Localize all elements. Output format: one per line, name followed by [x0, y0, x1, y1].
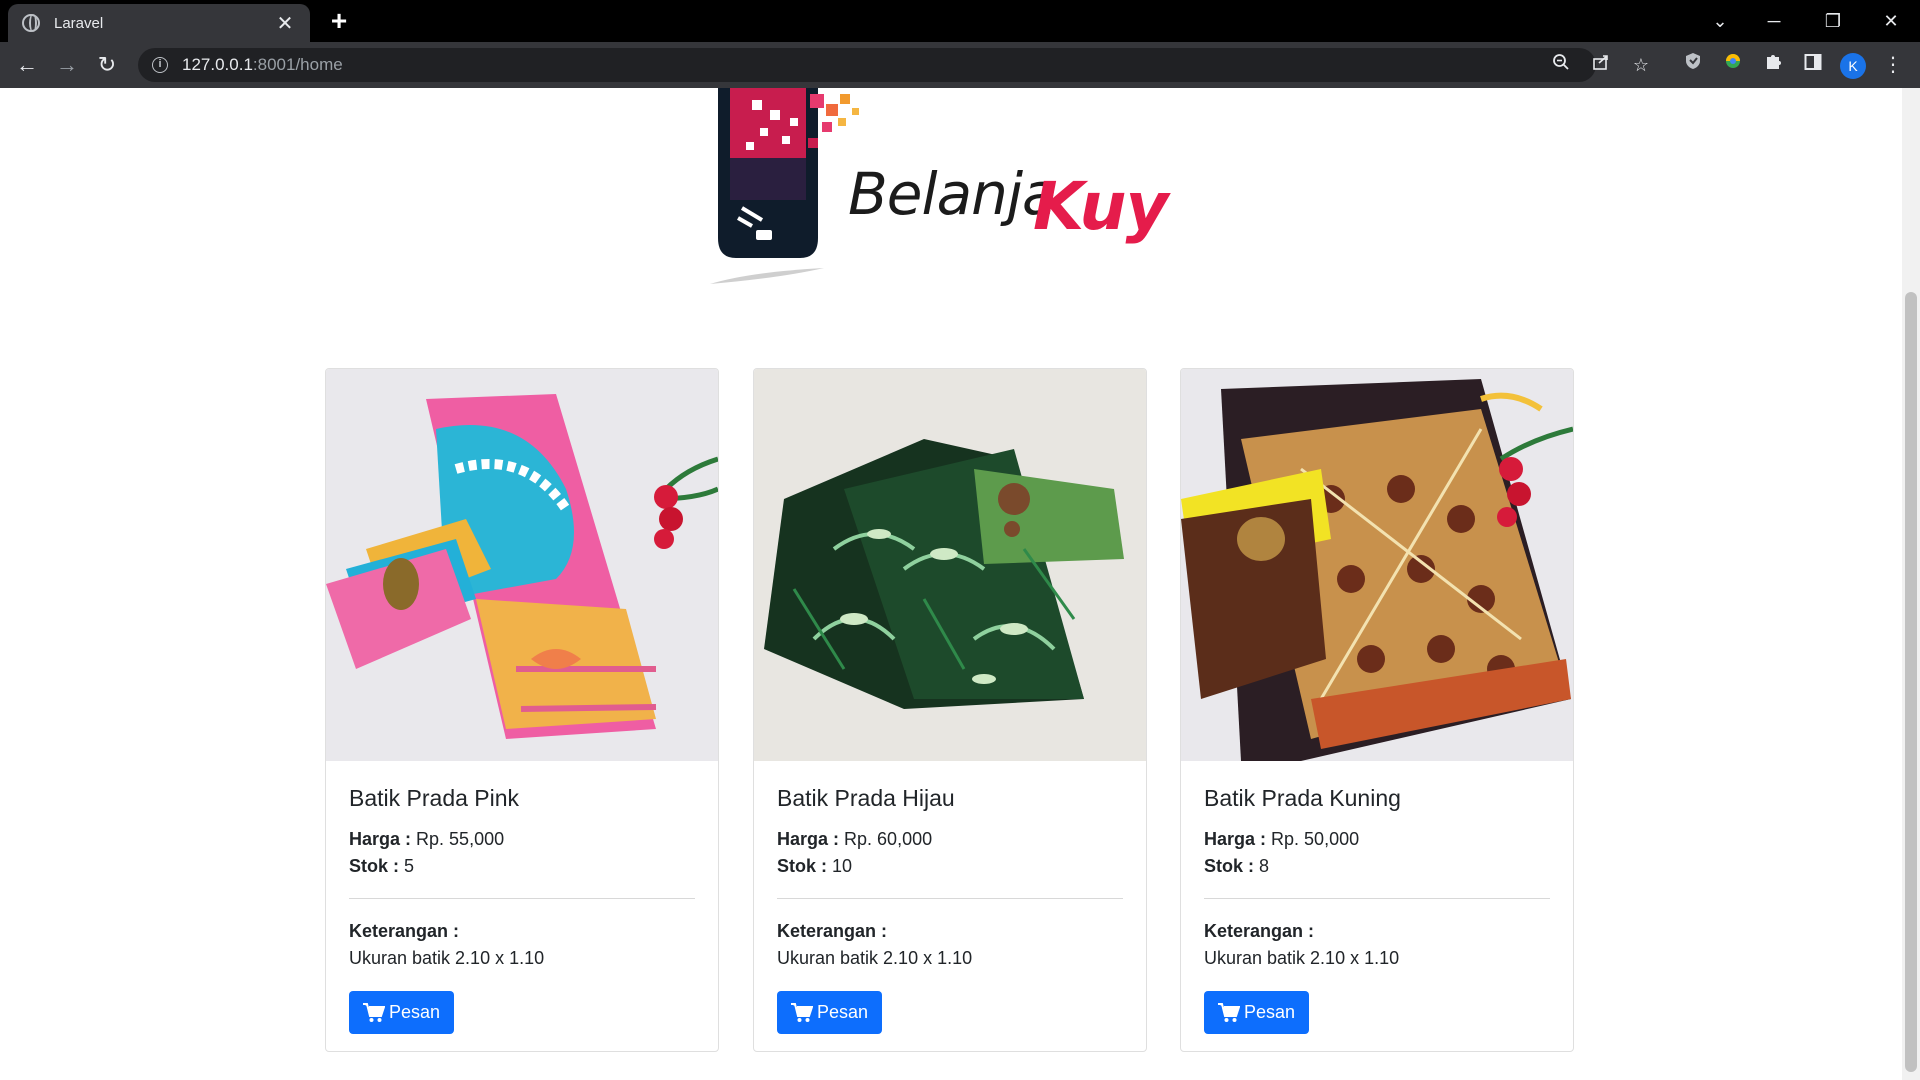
- shield-extension-icon[interactable]: [1678, 50, 1708, 80]
- order-button-label: Pesan: [1244, 1002, 1296, 1022]
- price-label: Harga :: [349, 829, 412, 849]
- page-viewport: Belanja Kuy Batik Prada Pink Harga: Rp.…: [0, 88, 1920, 1080]
- product-description: Ukuran batik 2.10 x 1.10: [1204, 948, 1400, 968]
- site-logo: Belanja Kuy: [690, 88, 1170, 288]
- description-label: Keterangan :: [349, 921, 460, 941]
- page-scrollbar[interactable]: [1902, 88, 1920, 1080]
- stock-label: Stok :: [1204, 856, 1255, 876]
- color-extension-icon[interactable]: [1718, 50, 1748, 80]
- order-button-label: Pesan: [817, 1002, 869, 1022]
- product-image-batik-kuning: [1181, 369, 1573, 761]
- divider: [1204, 898, 1550, 899]
- product-description: Ukuran batik 2.10 x 1.10: [777, 948, 973, 968]
- product-name: Batik Prada Hijau: [777, 785, 955, 811]
- cart-icon: [1218, 1002, 1240, 1022]
- side-panel-icon[interactable]: [1798, 50, 1828, 80]
- divider: [777, 898, 1123, 899]
- product-card: Batik Prada Kuning Harga : Rp. 50,000 St…: [1180, 368, 1574, 1052]
- order-button[interactable]: Pesan: [1204, 991, 1310, 1034]
- close-tab-icon[interactable]: ✕: [274, 11, 296, 36]
- price-label: Harga :: [777, 829, 840, 849]
- browser-tab[interactable]: Laravel ✕: [8, 4, 310, 42]
- description-label: Keterangan :: [777, 921, 888, 941]
- price-label: Harga :: [1204, 829, 1267, 849]
- product-description: Ukuran batik 2.10 x 1.10: [349, 948, 545, 968]
- description-label: Keterangan :: [1204, 921, 1315, 941]
- product-card: Batik Prada Pink Harga : Rp. 55,000 Stok…: [325, 368, 719, 1052]
- product-stock: 5: [404, 856, 415, 876]
- window-close-icon[interactable]: ✕: [1871, 6, 1911, 36]
- back-icon[interactable]: ←: [12, 50, 42, 80]
- puzzle-extensions-icon[interactable]: [1758, 50, 1788, 80]
- new-tab-button[interactable]: +: [322, 6, 356, 36]
- profile-avatar[interactable]: K: [1840, 53, 1866, 79]
- url-path: :8001/home: [252, 55, 343, 74]
- share-icon[interactable]: [1588, 52, 1614, 78]
- product-image-batik-hijau: [754, 369, 1146, 761]
- stock-label: Stok :: [349, 856, 400, 876]
- globe-icon: [22, 14, 40, 32]
- url-host: 127.0.0.1: [182, 55, 253, 74]
- tab-title: Laravel: [54, 14, 104, 32]
- browser-tab-bar: Laravel ✕ + ⌄ ─ ❐ ✕: [0, 0, 1920, 42]
- product-card: Batik Prada Hijau Harga : Rp. 60,000 Sto…: [753, 368, 1147, 1052]
- product-price: Rp. 55,000: [416, 829, 505, 849]
- product-stock: 8: [1259, 856, 1270, 876]
- site-info-icon[interactable]: i: [152, 57, 168, 73]
- minimize-icon[interactable]: ─: [1754, 6, 1794, 36]
- address-bar[interactable]: i 127.0.0.1:8001/home ☆: [138, 48, 1649, 82]
- product-stock: 10: [832, 856, 853, 876]
- divider: [349, 898, 695, 899]
- forward-icon[interactable]: →: [52, 50, 82, 80]
- product-price: Rp. 50,000: [1271, 829, 1360, 849]
- order-button[interactable]: Pesan: [349, 991, 455, 1034]
- reload-icon[interactable]: ↻: [92, 50, 122, 80]
- bookmark-star-icon[interactable]: ☆: [1628, 52, 1654, 78]
- browser-toolbar: ← → ↻ i 127.0.0.1:8001/home ☆ K ⋮: [0, 42, 1920, 88]
- product-image-batik-pink: [326, 369, 718, 761]
- order-button[interactable]: Pesan: [777, 991, 883, 1034]
- logo-word-kuy: Kuy: [1033, 168, 1169, 245]
- cart-icon: [791, 1002, 813, 1022]
- product-name: Batik Prada Pink: [349, 785, 520, 811]
- cart-icon: [363, 1002, 385, 1022]
- menu-kebab-icon[interactable]: ⋮: [1878, 50, 1908, 80]
- scrollbar-thumb[interactable]: [1905, 292, 1917, 1072]
- product-name: Batik Prada Kuning: [1204, 785, 1401, 811]
- zoom-icon[interactable]: [1548, 52, 1574, 78]
- stock-label: Stok :: [777, 856, 828, 876]
- logo-word-belanja: Belanja: [848, 160, 1058, 228]
- tab-search-icon[interactable]: ⌄: [1700, 6, 1740, 36]
- restore-icon[interactable]: ❐: [1813, 6, 1853, 36]
- order-button-label: Pesan: [389, 1002, 441, 1022]
- product-price: Rp. 60,000: [844, 829, 933, 849]
